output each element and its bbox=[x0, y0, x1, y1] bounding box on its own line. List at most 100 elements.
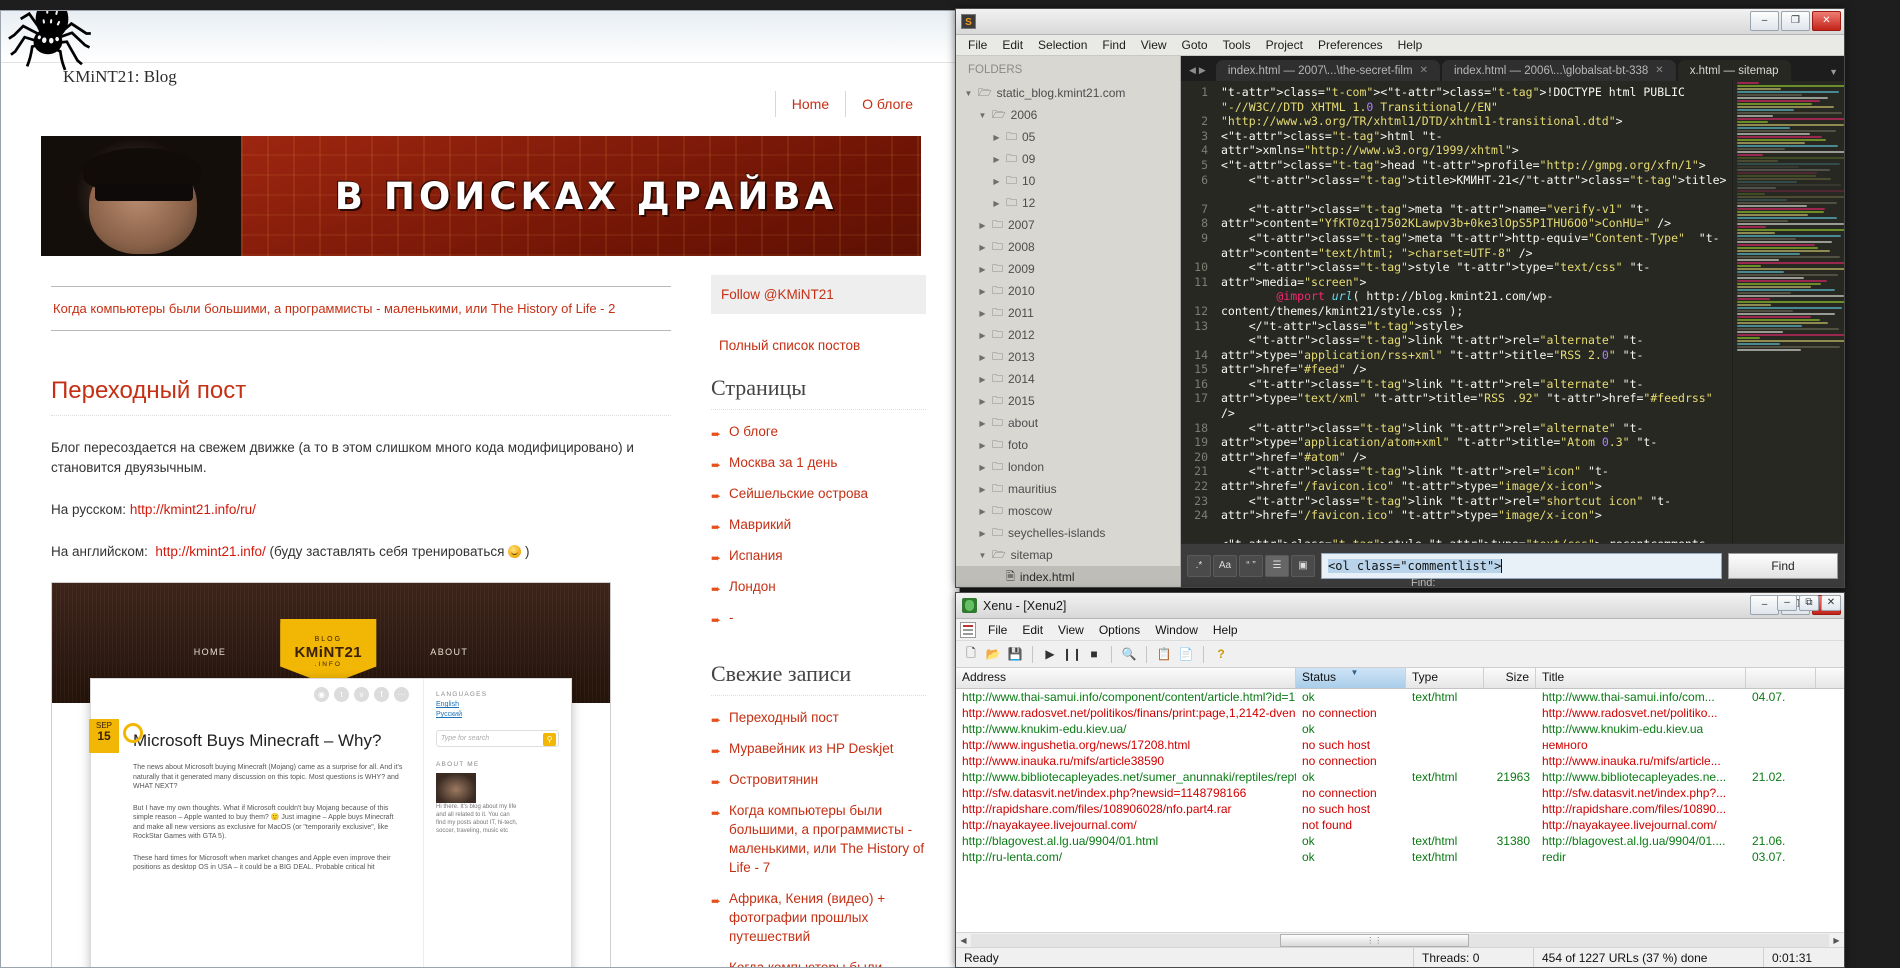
sublime-code-area[interactable]: 1 23456 789 10 11 12 13 14 15 16 17 18 19 20 21 2… bbox=[1181, 81, 1844, 543]
menu-preferences[interactable]: Preferences bbox=[1311, 36, 1390, 54]
tree-item-seychelles-islands[interactable]: 🗀 seychelles-islands bbox=[956, 522, 1180, 544]
list-item[interactable]: ➨ Испания bbox=[711, 546, 926, 577]
full-post-list-link[interactable]: Полный список постов bbox=[719, 338, 926, 353]
menu-edit[interactable]: Edit bbox=[995, 36, 1030, 54]
list-item[interactable]: ➨ Лондон bbox=[711, 577, 926, 608]
mdi-close-button[interactable]: ✕ bbox=[1821, 595, 1841, 611]
chevron-right-icon[interactable] bbox=[978, 463, 987, 472]
sidebar-recent-link[interactable]: Переходный пост bbox=[729, 710, 839, 725]
sidebar-page-link[interactable]: Москва за 1 день bbox=[729, 455, 837, 470]
chevron-right-icon[interactable] bbox=[992, 155, 1001, 164]
pause-icon[interactable]: ❙❙ bbox=[1062, 645, 1082, 663]
tree-item-2013[interactable]: 🗀 2013 bbox=[956, 346, 1180, 368]
column-header-title[interactable]: Title bbox=[1536, 668, 1746, 688]
chevron-right-icon[interactable] bbox=[978, 441, 987, 450]
binoculars-icon[interactable]: 🔍 bbox=[1120, 645, 1138, 663]
tree-item-05[interactable]: 🗀 05 bbox=[956, 126, 1180, 148]
list-item[interactable]: ➨ Переходный пост bbox=[711, 708, 926, 739]
sidebar-recent-link[interactable]: Африка, Кения (видео) + фотографии прошл… bbox=[729, 891, 885, 944]
column-header-status[interactable]: ▼ Status bbox=[1296, 668, 1406, 688]
table-row[interactable]: http://www.thai-samui.info/component/con… bbox=[956, 689, 1844, 705]
chevron-down-icon[interactable] bbox=[964, 89, 973, 98]
tree-item-mauritius[interactable]: 🗀 mauritius bbox=[956, 478, 1180, 500]
menu-help[interactable]: Help bbox=[1206, 621, 1245, 639]
list-item[interactable]: ➨ Африка, Кения (видео) + фотографии прош… bbox=[711, 889, 926, 958]
previous-post-link[interactable]: Когда компьютеры были большими, а програ… bbox=[41, 287, 681, 330]
open-folder-icon[interactable]: 📂 bbox=[984, 645, 1002, 663]
whole-word-toggle-icon[interactable]: “ ” bbox=[1239, 554, 1263, 577]
tree-item-index-html[interactable]: 🗎 index.html bbox=[956, 566, 1180, 587]
search-icon[interactable]: ⚲ bbox=[543, 733, 556, 746]
table-row[interactable]: http://nayakayee.livejournal.com/not fou… bbox=[956, 817, 1844, 833]
chevron-down-icon[interactable]: ▼ bbox=[1829, 67, 1838, 77]
column-header-date[interactable] bbox=[1746, 668, 1816, 688]
sidebar-page-link[interactable]: Испания bbox=[729, 548, 783, 563]
horizontal-scrollbar[interactable]: ◀ ⋮⋮ ▶ bbox=[956, 932, 1844, 947]
case-sensitive-toggle-icon[interactable]: Aa bbox=[1213, 554, 1237, 577]
play-icon[interactable]: ▶ bbox=[1041, 645, 1059, 663]
tree-item-10[interactable]: 🗀 10 bbox=[956, 170, 1180, 192]
chevron-down-icon[interactable] bbox=[978, 551, 987, 560]
table-row[interactable]: http://www.ingushetia.org/news/17208.htm… bbox=[956, 737, 1844, 753]
list-item[interactable]: ➨ О блоге bbox=[711, 422, 926, 453]
properties-icon[interactable]: 📄 bbox=[1177, 645, 1195, 663]
save-icon[interactable]: 💾 bbox=[1006, 645, 1024, 663]
screenshot-search-box[interactable]: Type for search ⚲ bbox=[436, 730, 559, 747]
menu-view[interactable]: View bbox=[1134, 36, 1174, 54]
scrollbar-thumb[interactable]: ⋮⋮ bbox=[1279, 933, 1469, 947]
menu-options[interactable]: Options bbox=[1092, 621, 1147, 639]
mdi-restore-button[interactable]: ⧉ bbox=[1799, 595, 1819, 611]
tab-sitemap[interactable]: x.html — sitemap bbox=[1677, 60, 1791, 81]
copy-icon[interactable]: 📋 bbox=[1155, 645, 1173, 663]
tree-item-12[interactable]: 🗀 12 bbox=[956, 192, 1180, 214]
tree-item-about[interactable]: 🗀 about bbox=[956, 412, 1180, 434]
sidebar-page-link[interactable]: Сейшельские острова bbox=[729, 486, 868, 501]
find-input[interactable]: <ol class="commentlist"> bbox=[1321, 552, 1722, 579]
tree-item-2014[interactable]: 🗀 2014 bbox=[956, 368, 1180, 390]
menu-file[interactable]: File bbox=[961, 36, 994, 54]
chevron-right-icon[interactable] bbox=[978, 353, 987, 362]
mdi-minimize-button[interactable]: – bbox=[1777, 595, 1797, 611]
list-item[interactable]: ➨ Москва за 1 день bbox=[711, 453, 926, 484]
xenu-titlebar[interactable]: Xenu - [Xenu2] – ❐ ✕ bbox=[956, 593, 1844, 619]
chevron-right-icon[interactable] bbox=[978, 419, 987, 428]
close-icon[interactable]: ✕ bbox=[1655, 65, 1663, 76]
sidebar-page-link[interactable]: - bbox=[729, 610, 734, 625]
close-icon[interactable]: ✕ bbox=[1420, 65, 1428, 76]
chevron-right-icon[interactable] bbox=[978, 397, 987, 406]
tab-globalsat-bt-338[interactable]: index.html — 2006\...\globalsat-bt-338 ✕ bbox=[1441, 60, 1676, 81]
sublime-titlebar[interactable]: S – ❐ ✕ bbox=[956, 9, 1844, 35]
nav-item-about[interactable]: О блоге bbox=[846, 92, 929, 116]
highlight-toggle-icon[interactable]: ▣ bbox=[1291, 554, 1315, 577]
chevron-right-icon[interactable] bbox=[978, 221, 987, 230]
chevron-right-icon[interactable] bbox=[992, 177, 1001, 186]
scroll-right-icon[interactable]: ▶ bbox=[1829, 936, 1844, 945]
menu-tools[interactable]: Tools bbox=[1216, 36, 1258, 54]
chevron-right-icon[interactable] bbox=[978, 485, 987, 494]
tree-item-london[interactable]: 🗀 london bbox=[956, 456, 1180, 478]
minimize-button[interactable]: – bbox=[1750, 595, 1779, 615]
chevron-right-icon[interactable] bbox=[978, 243, 987, 252]
menu-selection[interactable]: Selection bbox=[1031, 36, 1094, 54]
list-item[interactable]: ➨ Маврикий bbox=[711, 515, 926, 546]
tree-item-foto[interactable]: 🗀 foto bbox=[956, 434, 1180, 456]
list-item[interactable]: ➨ Островитянин bbox=[711, 770, 926, 801]
chevron-right-icon[interactable] bbox=[978, 287, 987, 296]
chevron-right-icon[interactable] bbox=[978, 507, 987, 516]
tree-item-2008[interactable]: 🗀 2008 bbox=[956, 236, 1180, 258]
sidebar-recent-link[interactable]: Островитянин bbox=[729, 772, 818, 787]
tree-item-2015[interactable]: 🗀 2015 bbox=[956, 390, 1180, 412]
sidebar-page-link[interactable]: Маврикий bbox=[729, 517, 791, 532]
tree-item-sitemap[interactable]: 🗁 sitemap bbox=[956, 544, 1180, 566]
tree-item-2009[interactable]: 🗀 2009 bbox=[956, 258, 1180, 280]
chevron-down-icon[interactable] bbox=[978, 111, 987, 120]
help-icon[interactable]: ? bbox=[1212, 645, 1230, 663]
tree-item-2006[interactable]: 🗁 2006 bbox=[956, 104, 1180, 126]
chevron-right-icon[interactable] bbox=[978, 265, 987, 274]
tab-nav-arrows-icon[interactable]: ◀▶ bbox=[1181, 65, 1216, 81]
chevron-right-icon[interactable] bbox=[992, 199, 1001, 208]
list-item[interactable]: ➨ Когда компьютеры были большими, а прогр… bbox=[711, 801, 926, 889]
chevron-right-icon[interactable] bbox=[992, 133, 1001, 142]
table-row[interactable]: http://www.bibliotecapleyades.net/sumer_… bbox=[956, 769, 1844, 785]
tree-item-2011[interactable]: 🗀 2011 bbox=[956, 302, 1180, 324]
